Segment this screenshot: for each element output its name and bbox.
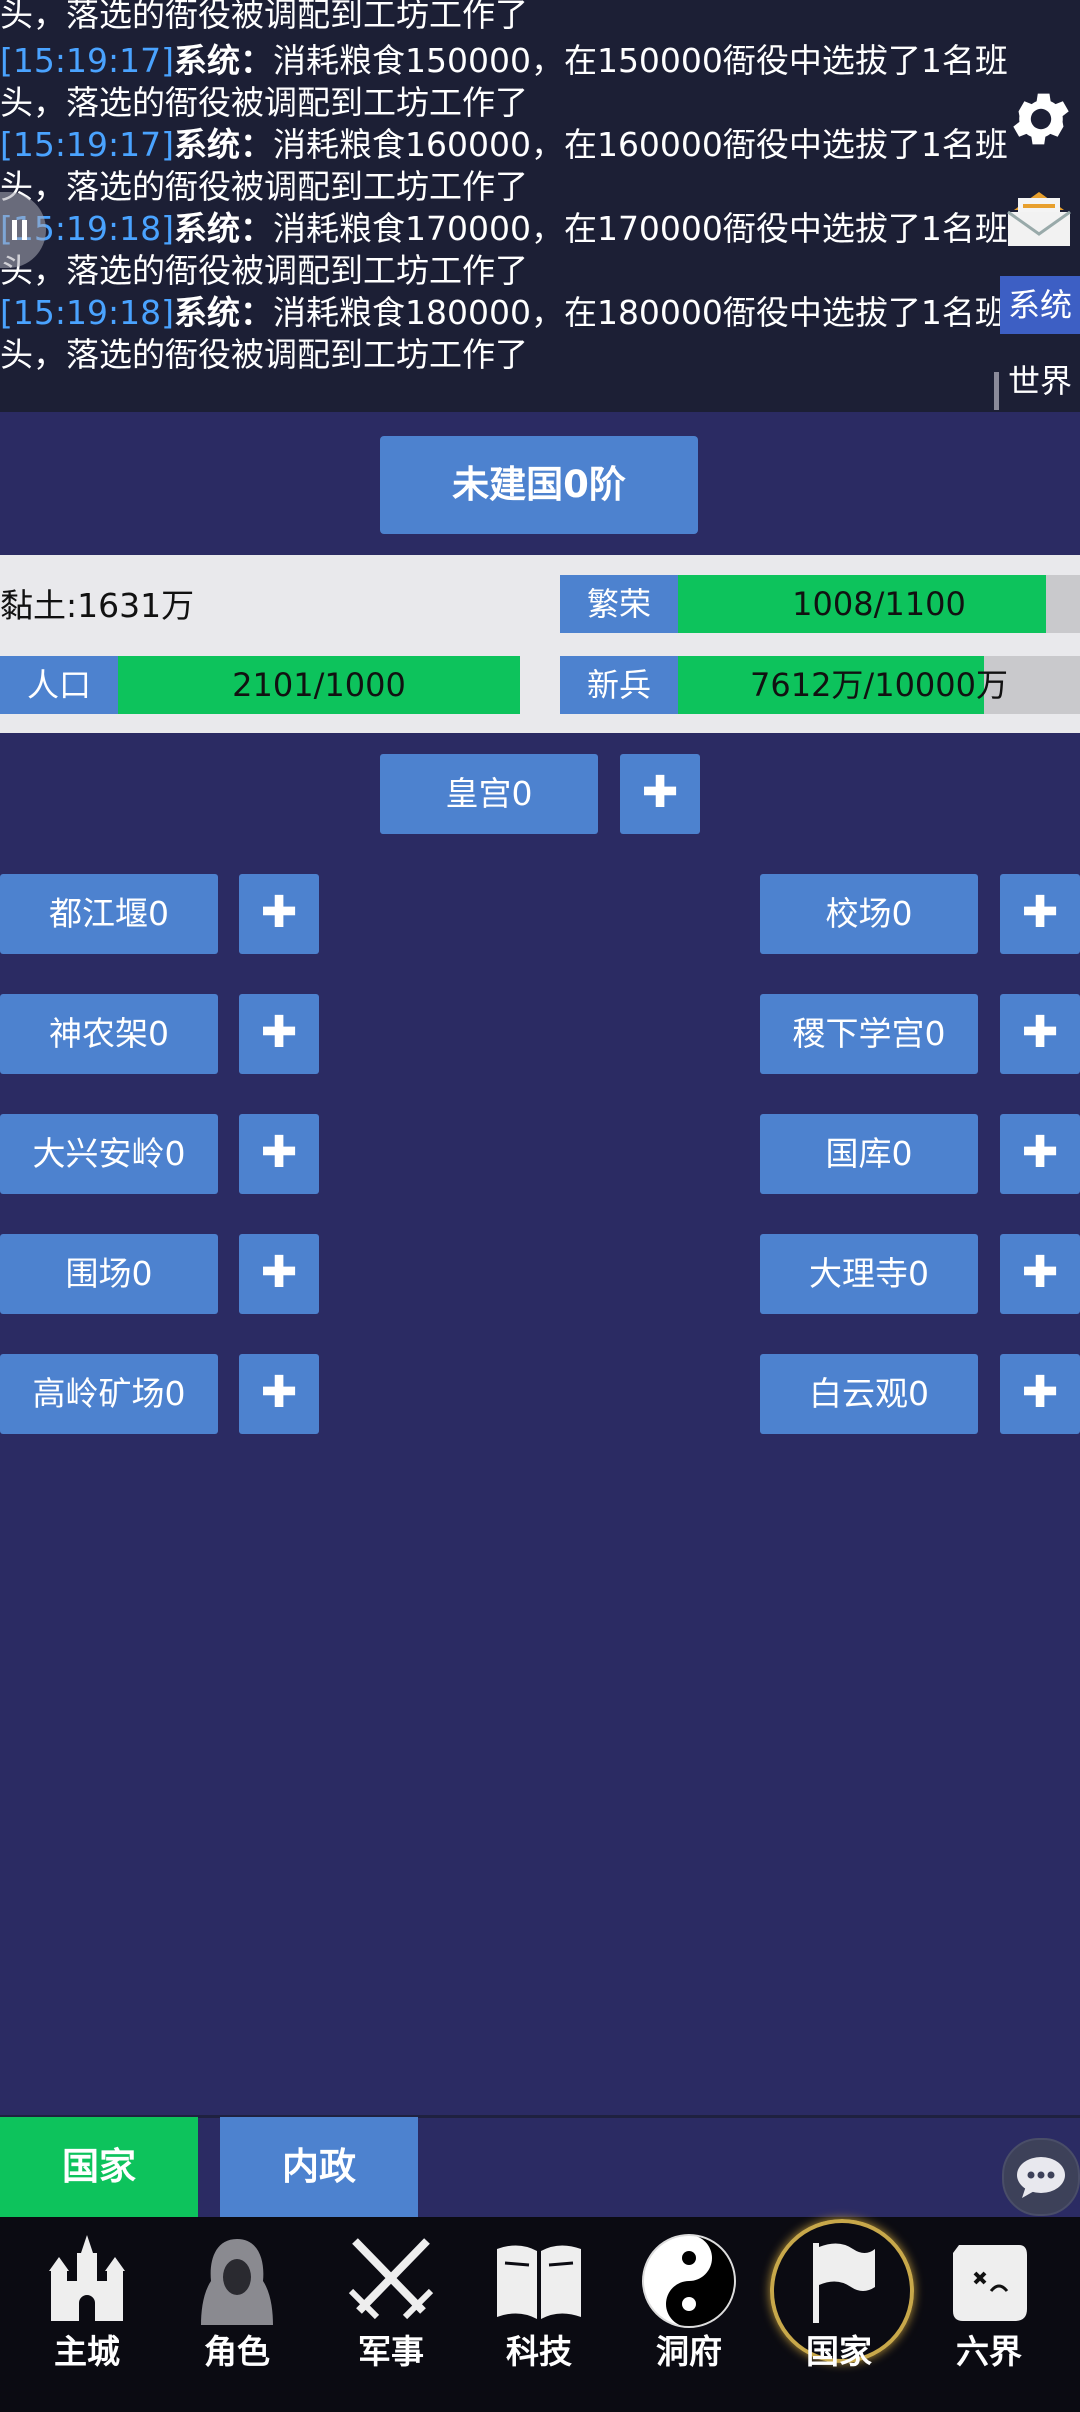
log-entry: [15:19:17]系统：消耗粮食150000，在150000衙役中选拔了1名班 bbox=[0, 40, 1008, 82]
upgrade-building-button[interactable]: ✚ bbox=[239, 874, 319, 954]
population-value: 2101/1000 bbox=[232, 666, 406, 704]
hooded-figure-icon bbox=[201, 2239, 273, 2325]
log-text: 消耗粮食180000，在180000衙役中选拔了1名班 bbox=[272, 293, 1008, 332]
building-palace[interactable]: 皇宫0 bbox=[380, 754, 598, 834]
building-left-5[interactable]: 高岭矿场0 bbox=[0, 1354, 218, 1434]
tab-nation[interactable]: 国家 bbox=[0, 2117, 198, 2217]
nav-label: 国家 bbox=[806, 2332, 872, 2371]
building-right-4[interactable]: 大理寺0 bbox=[760, 1234, 978, 1314]
tab-system[interactable]: 系统 bbox=[1000, 276, 1080, 334]
mail-icon[interactable] bbox=[1004, 184, 1074, 254]
log-entry: [15:19:17]系统：消耗粮食160000，在160000衙役中选拔了1名班 bbox=[0, 124, 1008, 166]
nav-item-technology[interactable]: 科技 bbox=[464, 2217, 614, 2412]
upgrade-building-button[interactable]: ✚ bbox=[239, 994, 319, 1074]
clay-resource: 黏土:1631万 bbox=[0, 586, 195, 625]
log-text: 消耗粮食160000，在160000衙役中选拔了1名班 bbox=[272, 125, 1008, 164]
recruits-bar: 7612万/10000万 bbox=[678, 656, 1080, 714]
book-icon bbox=[497, 2245, 581, 2319]
tab-world[interactable]: 世界 bbox=[1000, 352, 1080, 410]
scroll-map-icon bbox=[953, 2245, 1027, 2321]
nav-item-cave-dwelling[interactable]: 洞府 bbox=[614, 2217, 764, 2412]
floating-assist-button[interactable] bbox=[0, 192, 46, 268]
building-right-3[interactable]: 国库0 bbox=[760, 1114, 978, 1194]
log-text: 消耗粮食170000，在170000衙役中选拔了1名班 bbox=[272, 209, 1008, 248]
upgrade-building-button[interactable]: ✚ bbox=[239, 1234, 319, 1314]
stats-panel: 黏土:1631万 繁荣 1008/1100 人口 2101/1000 新兵 76… bbox=[0, 555, 1080, 733]
building-left-2[interactable]: 神农架0 bbox=[0, 994, 218, 1074]
nav-label: 洞府 bbox=[656, 2332, 722, 2371]
upgrade-building-button[interactable]: ✚ bbox=[1000, 874, 1080, 954]
recruits-label: 新兵 bbox=[560, 656, 678, 714]
log-timestamp: [15:19:17] bbox=[0, 125, 174, 164]
nav-label: 科技 bbox=[506, 2332, 572, 2371]
log-entry-continuation: 头，落选的衙役被调配到工坊工作了 bbox=[0, 251, 528, 290]
log-entry-continuation: 头，落选的衙役被调配到工坊工作了 bbox=[0, 167, 528, 206]
nav-label: 六界 bbox=[956, 2332, 1022, 2371]
log-scrollbar[interactable] bbox=[994, 372, 999, 410]
log-entry: [15:19:18]系统：消耗粮食180000，在180000衙役中选拔了1名班 bbox=[0, 292, 1008, 334]
upgrade-building-button[interactable]: ✚ bbox=[1000, 1114, 1080, 1194]
settings-gear-icon[interactable] bbox=[1006, 84, 1076, 154]
population-bar: 2101/1000 bbox=[118, 656, 520, 714]
building-right-2[interactable]: 稷下学宫0 bbox=[760, 994, 978, 1074]
chat-bubble-icon bbox=[1017, 2157, 1065, 2198]
nav-item-main-city[interactable]: 主城 bbox=[12, 2217, 162, 2412]
log-sender: 系统： bbox=[173, 209, 273, 248]
upgrade-building-button[interactable]: ✚ bbox=[1000, 1234, 1080, 1314]
pause-icon bbox=[12, 220, 27, 240]
recruits-value: 7612万/10000万 bbox=[749, 666, 1009, 704]
castle-icon bbox=[49, 2235, 125, 2321]
prosperity-value: 1008/1100 bbox=[792, 585, 966, 623]
nav-label: 军事 bbox=[358, 2332, 424, 2371]
nav-item-character[interactable]: 角色 bbox=[162, 2217, 312, 2412]
nav-label: 角色 bbox=[204, 2332, 270, 2371]
log-timestamp: [15:19:18] bbox=[0, 293, 174, 332]
log-partial-line: 头，落选的衙役被调配到工坊工作了 bbox=[0, 0, 528, 34]
nav-item-military[interactable]: 军事 bbox=[316, 2217, 466, 2412]
chat-button[interactable] bbox=[1002, 2138, 1080, 2216]
log-sender: 系统： bbox=[173, 293, 273, 332]
log-sender: 系统： bbox=[173, 125, 273, 164]
building-left-3[interactable]: 大兴安岭0 bbox=[0, 1114, 218, 1194]
log-sender: 系统： bbox=[173, 41, 273, 80]
log-text: 消耗粮食150000，在150000衙役中选拔了1名班 bbox=[272, 41, 1008, 80]
upgrade-palace-button[interactable]: ✚ bbox=[620, 754, 700, 834]
upgrade-building-button[interactable]: ✚ bbox=[1000, 994, 1080, 1074]
upgrade-building-button[interactable]: ✚ bbox=[239, 1114, 319, 1194]
nav-item-six-realms[interactable]: 六界 bbox=[914, 2217, 1064, 2412]
nav-item-nation[interactable]: 国家 bbox=[764, 2217, 914, 2412]
prosperity-label: 繁荣 bbox=[560, 575, 678, 633]
nav-label: 主城 bbox=[54, 2332, 120, 2371]
yin-yang-icon bbox=[642, 2234, 736, 2328]
building-left-4[interactable]: 围场0 bbox=[0, 1234, 218, 1314]
building-left-1[interactable]: 都江堰0 bbox=[0, 874, 218, 954]
building-right-1[interactable]: 校场0 bbox=[760, 874, 978, 954]
population-label: 人口 bbox=[0, 656, 118, 714]
nation-level-button[interactable]: 未建国0阶 bbox=[380, 436, 698, 534]
log-timestamp: [15:19:17] bbox=[0, 41, 174, 80]
log-entry: [15:19:18]系统：消耗粮食170000，在170000衙役中选拔了1名班 bbox=[0, 208, 1008, 250]
tab-domestic-affairs[interactable]: 内政 bbox=[220, 2117, 418, 2217]
log-entry-continuation: 头，落选的衙役被调配到工坊工作了 bbox=[0, 335, 528, 374]
bottom-nav: 主城 角色 军事 科技 洞府 国家 六界 bbox=[0, 2217, 1080, 2412]
flag-icon bbox=[813, 2243, 875, 2323]
building-right-5[interactable]: 白云观0 bbox=[760, 1354, 978, 1434]
upgrade-building-button[interactable]: ✚ bbox=[1000, 1354, 1080, 1434]
chat-log-panel[interactable]: 头，落选的衙役被调配到工坊工作了 [15:19:17]系统：消耗粮食150000… bbox=[0, 0, 1080, 412]
crossed-swords-icon bbox=[348, 2238, 434, 2320]
upgrade-building-button[interactable]: ✚ bbox=[239, 1354, 319, 1434]
prosperity-bar: 1008/1100 bbox=[678, 575, 1080, 633]
log-entry-continuation: 头，落选的衙役被调配到工坊工作了 bbox=[0, 83, 528, 122]
